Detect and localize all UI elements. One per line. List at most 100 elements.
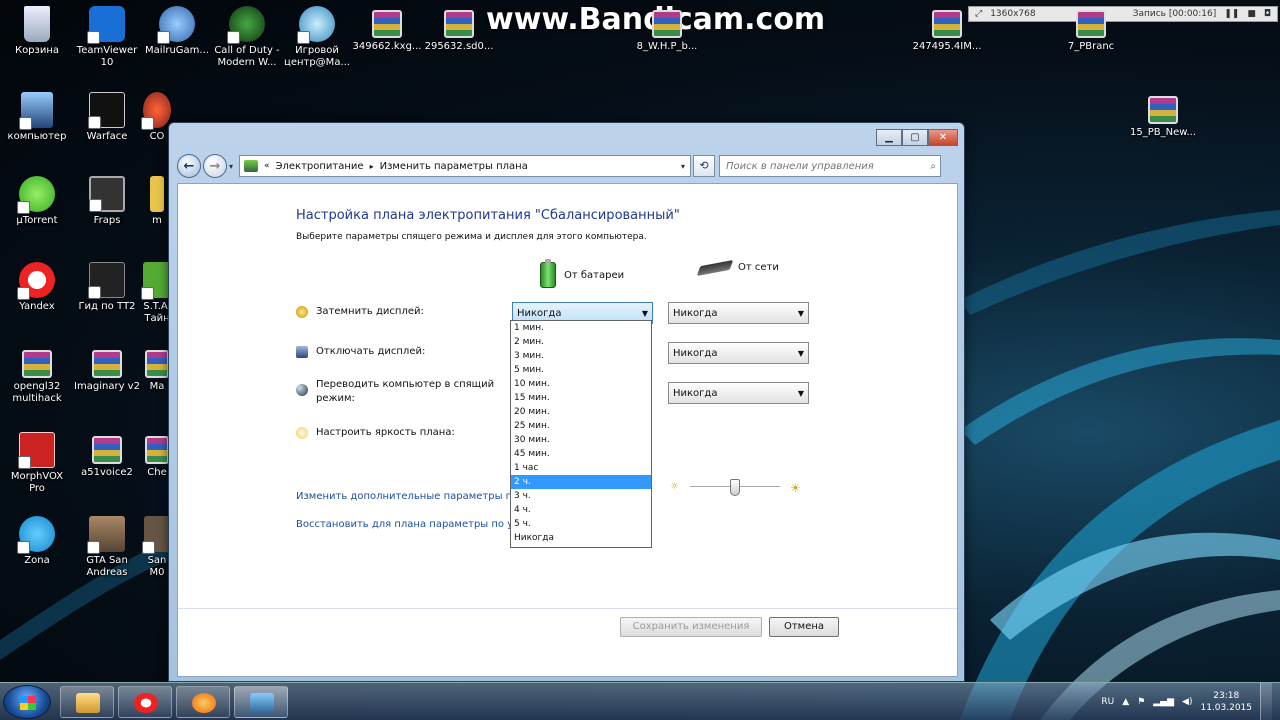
desktop-icon-morphvox[interactable]: MorphVOX Pro (2, 432, 72, 495)
search-icon[interactable]: ⌕ (930, 161, 936, 172)
taskbar-explorer[interactable] (60, 686, 114, 718)
show-desktop-button[interactable] (1260, 683, 1272, 720)
desktop-icon-zona[interactable]: Zona (2, 516, 72, 567)
dropdown-option[interactable]: 2 ч. (511, 475, 651, 489)
desktop-icon-opengl-multihack[interactable]: opengl32 multihack (2, 346, 72, 405)
desktop-icon-computer[interactable]: компьютер (2, 92, 72, 143)
desktop-icon-tt2-guide[interactable]: Гид по ТТ2 (72, 262, 142, 313)
dropdown-option[interactable]: 5 мин. (511, 363, 651, 377)
cancel-button[interactable]: Отмена (769, 617, 839, 637)
network-icon[interactable]: ▂▄▆ (1153, 697, 1174, 707)
control-panel-icon (250, 693, 274, 713)
mailru-games-icon (157, 6, 195, 44)
dropdown-option[interactable]: 3 ч. (511, 489, 651, 503)
desktop-icon-call-of-duty[interactable]: Call of Duty - Modern W... (212, 6, 282, 69)
taskbar: RU ▲ ⚑ ▂▄▆ ◀) 23:18 11.03.2015 (0, 682, 1280, 720)
desktop-icon-archive-6[interactable]: 15_PB_New... (1128, 92, 1198, 139)
winrar-archive-icon (372, 10, 402, 38)
dim-display-options-list[interactable]: 1 мин. 2 мин. 3 мин. 5 мин. 10 мин. 15 мин. 20… (510, 320, 652, 548)
desktop-icon-gta-sa[interactable]: GTA San Andreas (72, 516, 142, 579)
slider-thumb[interactable] (730, 479, 740, 496)
start-button[interactable] (3, 685, 51, 719)
minimize-button[interactable]: ▁ (876, 129, 902, 146)
maximize-button[interactable]: ▢ (902, 129, 928, 146)
select-value: Никогда (517, 307, 562, 319)
select-value: Никогда (673, 387, 718, 399)
advanced-settings-link[interactable]: Изменить дополнительные параметры п (296, 491, 512, 502)
close-button[interactable]: ✕ (928, 129, 958, 146)
address-bar[interactable]: « Электропитание ▸ Изменить параметры пл… (239, 155, 692, 177)
dropdown-option[interactable]: 3 мин. (511, 349, 651, 363)
turn-off-display-ac-select[interactable]: Никогда ▼ (668, 342, 809, 364)
desktop-icon-label: GTA San Andreas (86, 555, 128, 578)
pause-icon[interactable]: ❚❚ (1224, 9, 1239, 19)
desktop-icon-teamviewer[interactable]: TeamViewer 10 (72, 6, 142, 69)
stop-icon[interactable]: ■ (1247, 9, 1256, 19)
dropdown-option[interactable]: 5 ч. (511, 517, 651, 531)
sleep-ac-select[interactable]: Никогда ▼ (668, 382, 809, 404)
volume-icon[interactable]: ◀) (1182, 697, 1192, 707)
desktop-icon-fraps[interactable]: Fraps (72, 176, 142, 227)
dropdown-arrow-icon: ▼ (797, 388, 805, 398)
clock[interactable]: 23:18 11.03.2015 (1200, 690, 1252, 714)
desktop-icon-recycle-bin[interactable]: Корзина (2, 6, 72, 57)
taskbar-yandex[interactable] (118, 686, 172, 718)
camera-icon[interactable]: ◘ (1264, 9, 1271, 19)
winrar-archive-icon (92, 350, 122, 378)
dropdown-option[interactable]: 25 мин. (511, 419, 651, 433)
moon-icon (296, 384, 308, 396)
action-center-icon[interactable]: ⚑ (1137, 697, 1145, 707)
dropdown-option[interactable]: 4 ч. (511, 503, 651, 517)
desktop-icon-archive-4[interactable]: 247495.4IM... (912, 6, 982, 53)
desktop-icon-label: компьютер (7, 131, 67, 142)
search-input[interactable] (726, 160, 917, 172)
desktop-icon-game-center[interactable]: Игровой центр@Ма... (282, 6, 352, 69)
bright-sun-icon: ☀ (790, 481, 801, 495)
address-dropdown-icon[interactable]: ▾ (676, 162, 690, 171)
desktop-icon-archive-5[interactable]: 7_PBranc (1056, 6, 1126, 53)
desktop-icon-label: MailruGam... (145, 45, 209, 56)
back-button[interactable]: ← (177, 154, 201, 178)
restore-defaults-link[interactable]: Восстановить для плана параметры по ум (296, 519, 521, 530)
dropdown-option[interactable]: 1 час (511, 461, 651, 475)
dim-display-ac-select[interactable]: Никогда ▼ (668, 302, 809, 324)
brightness-slider-ac[interactable]: ☼ ☀ (666, 477, 816, 497)
taskbar-control-panel[interactable] (234, 686, 288, 718)
teamviewer-icon (87, 6, 125, 44)
desktop-icon-a51voice[interactable]: a51voice2 (72, 432, 142, 479)
desktop-icon-archive-3[interactable]: 8_W.H.P_b... (632, 6, 702, 53)
dim-sun-icon: ☼ (670, 481, 679, 492)
breadcrumb-item-power[interactable]: Электропитание (276, 161, 364, 172)
desktop-icon-archive-1[interactable]: 349662.kxg... (352, 6, 422, 53)
winrar-archive-icon (652, 10, 682, 38)
language-indicator[interactable]: RU (1101, 697, 1114, 707)
dropdown-option[interactable]: 2 мин. (511, 335, 651, 349)
winrar-archive-icon (444, 10, 474, 38)
taskbar-media-player[interactable] (176, 686, 230, 718)
refresh-button[interactable]: ⟲ (693, 155, 716, 177)
desktop-icon-utorrent[interactable]: µTorrent (2, 176, 72, 227)
desktop-icon-mailrugames[interactable]: MailruGam... (142, 6, 212, 57)
dropdown-option[interactable]: Никогда (511, 531, 651, 545)
setting-label: Затемнить дисплей: (316, 306, 424, 317)
clock-date: 11.03.2015 (1200, 703, 1252, 713)
dropdown-option[interactable]: 45 мин. (511, 447, 651, 461)
show-hidden-icons[interactable]: ▲ (1122, 697, 1129, 707)
dropdown-option[interactable]: 10 мин. (511, 377, 651, 391)
desktop-icon-yandex[interactable]: Yandex (2, 262, 72, 313)
dropdown-option[interactable]: 15 мин. (511, 391, 651, 405)
forward-button[interactable]: → (203, 154, 227, 178)
breadcrumb-item-edit-plan[interactable]: Изменить параметры плана (380, 161, 528, 172)
call-of-duty-icon (227, 6, 265, 44)
desktop-icon-archive-2[interactable]: 295632.sd0... (424, 6, 494, 53)
desktop-icon-label: Imaginary v2 (74, 381, 140, 392)
dropdown-option[interactable]: 20 мин. (511, 405, 651, 419)
desktop-icon-warface[interactable]: Warface (72, 92, 142, 143)
dropdown-option[interactable]: 1 мин. (511, 321, 651, 335)
desktop-icon-imaginary[interactable]: Imaginary v2 (72, 346, 142, 393)
dropdown-option[interactable]: 30 мин. (511, 433, 651, 447)
recent-pages-icon[interactable]: ▾ (229, 162, 233, 171)
desktop-icon-label: Call of Duty - Modern W... (214, 45, 280, 68)
save-changes-button[interactable]: Сохранить изменения (620, 617, 762, 637)
setting-label: Отключать дисплей: (316, 346, 426, 357)
